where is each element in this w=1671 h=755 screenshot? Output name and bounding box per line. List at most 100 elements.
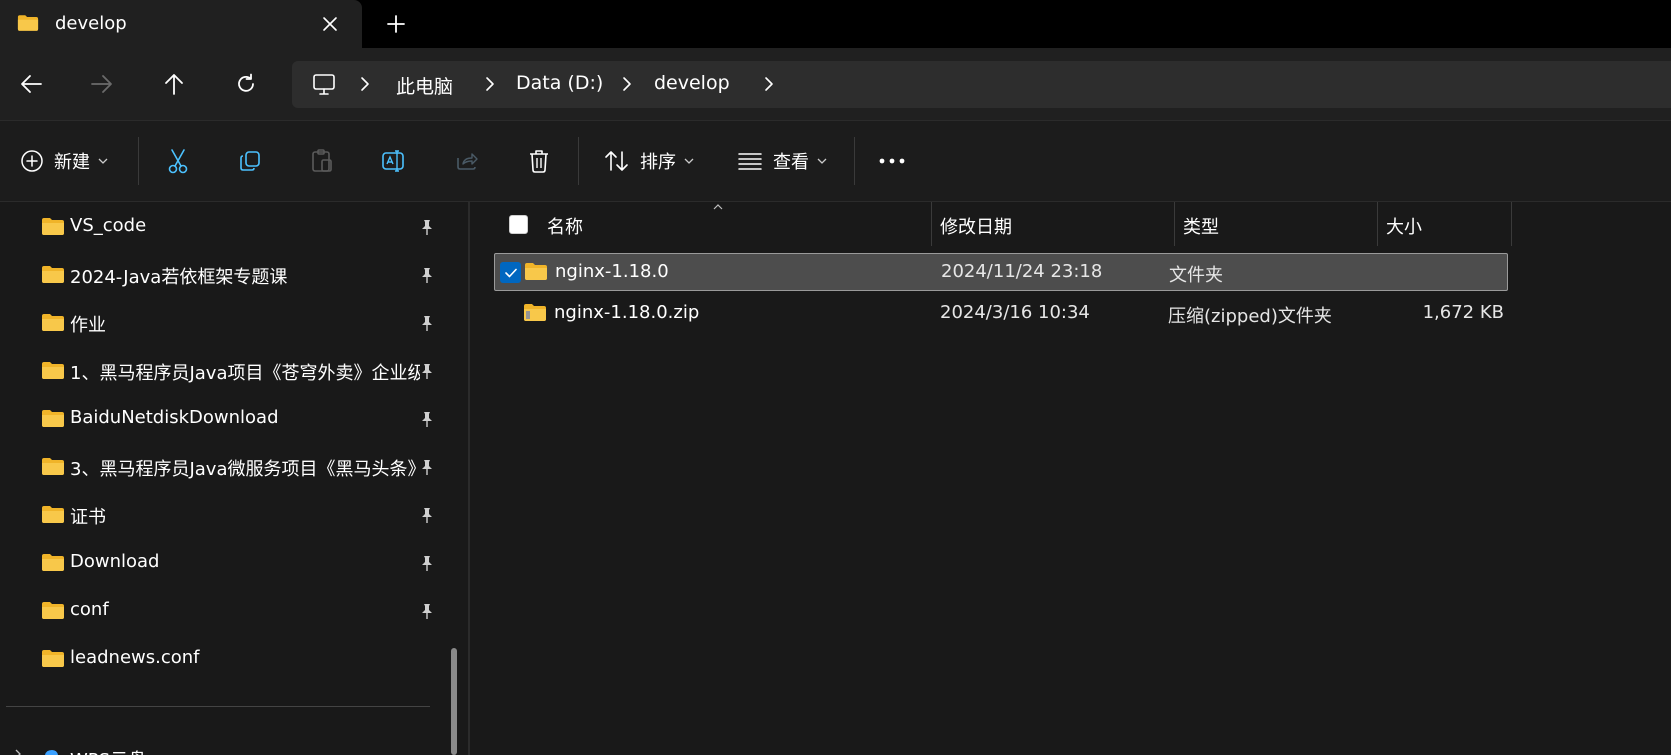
sidebar-item[interactable]: VS_code (0, 202, 440, 250)
plus-circle-icon (21, 150, 43, 172)
sidebar-item[interactable]: 3、黑马程序员Java微服务项目《黑马头条》 (0, 442, 440, 490)
file-size: 1,672 KB (1422, 302, 1504, 323)
sidebar-item-label: 3、黑马程序员Java微服务项目《黑马头条》 (70, 459, 420, 480)
pin-icon[interactable] (418, 458, 436, 476)
column-separator[interactable] (931, 202, 932, 246)
checkmark-icon (504, 268, 517, 277)
toolbar-separator (854, 137, 855, 185)
share-button[interactable] (455, 141, 479, 181)
pin-icon[interactable] (418, 602, 436, 620)
sidebar-item[interactable]: leadnews.conf (0, 634, 440, 682)
new-tab-button[interactable] (382, 10, 410, 38)
plus-icon (387, 15, 405, 33)
address-bar[interactable]: 此电脑 Data (D:) develop (292, 61, 1671, 108)
folder-icon (17, 15, 39, 31)
sidebar-item-label: BaiduNetdiskDownload (70, 407, 279, 428)
command-bar: 新建 排序 查看 (0, 120, 1671, 202)
folder-icon (42, 650, 64, 667)
tab-close-button[interactable] (316, 10, 344, 38)
cloud-icon (45, 750, 58, 755)
breadcrumb-this-pc[interactable]: 此电脑 (396, 72, 453, 99)
sidebar-divider (6, 706, 430, 707)
column-header: 名称 修改日期 类型 大小 (470, 202, 1671, 246)
file-explorer-window: develop 此电脑 Data (D:) develop 新建 排序 查看 V… (0, 0, 1671, 755)
folder-icon (42, 602, 64, 619)
up-button[interactable] (156, 66, 192, 102)
column-name[interactable]: 名称 (547, 213, 583, 239)
column-separator[interactable] (1377, 202, 1378, 246)
chevron-right-icon (361, 77, 369, 91)
tab-develop[interactable]: develop (0, 0, 362, 48)
sidebar-item[interactable]: Download (0, 538, 440, 586)
arrow-up-icon (165, 74, 183, 95)
folder-icon (42, 362, 64, 379)
toolbar-separator (578, 137, 579, 185)
row-checkbox[interactable] (500, 262, 521, 283)
computer-icon (313, 74, 335, 95)
zip-folder-icon (524, 304, 546, 321)
folder-icon (42, 266, 64, 283)
file-row[interactable]: nginx-1.18.0.zip 2024/3/16 10:34 压缩(zipp… (494, 295, 1508, 333)
forward-button[interactable] (84, 66, 120, 102)
chevron-right-icon[interactable] (762, 76, 776, 92)
sidebar-item-label: 证书 (70, 507, 106, 528)
sidebar-item-label: leadnews.conf (70, 647, 200, 668)
close-icon (323, 17, 337, 31)
sidebar-item[interactable]: 1、黑马程序员Java项目《苍穹外卖》企业级 (0, 346, 440, 394)
sidebar-item-label: Download (70, 551, 160, 572)
more-options-button[interactable] (878, 141, 906, 181)
sidebar-item[interactable]: 作业 (0, 298, 440, 346)
sidebar-item[interactable]: 证书 (0, 490, 440, 538)
sidebar-item[interactable]: conf (0, 586, 440, 634)
back-button[interactable] (13, 66, 49, 102)
column-size[interactable]: 大小 (1386, 213, 1422, 239)
new-button-label: 新建 (54, 152, 90, 173)
chevron-right-icon[interactable] (620, 76, 634, 92)
sidebar-item[interactable]: BaiduNetdiskDownload (0, 394, 440, 442)
pin-icon[interactable] (418, 506, 436, 524)
sidebar-scrollbar[interactable] (451, 648, 457, 755)
pin-icon[interactable] (418, 554, 436, 572)
rename-button[interactable] (381, 141, 407, 181)
pin-icon[interactable] (418, 218, 436, 236)
pin-icon[interactable] (418, 410, 436, 428)
column-date[interactable]: 修改日期 (940, 213, 1012, 239)
chevron-down-icon (817, 158, 827, 164)
delete-button[interactable] (527, 141, 551, 181)
breadcrumb-develop[interactable]: develop (654, 72, 730, 94)
new-button[interactable]: 新建 (20, 141, 108, 181)
sidebar-item[interactable]: 2024-Java若依框架专题课 (0, 250, 440, 298)
breadcrumb-data-drive[interactable]: Data (D:) (516, 72, 603, 94)
cut-button[interactable] (166, 141, 190, 181)
folder-icon (42, 410, 64, 427)
column-type[interactable]: 类型 (1183, 213, 1219, 239)
folder-icon (525, 263, 547, 280)
scissors-icon (168, 149, 188, 174)
folder-icon (42, 314, 64, 331)
sidebar-item-label: VS_code (70, 215, 147, 236)
sidebar-item-wps-cloud[interactable]: WPS云盘 (0, 738, 440, 755)
more-horizontal-icon (879, 158, 905, 164)
refresh-button[interactable] (228, 66, 264, 102)
tab-title: develop (55, 13, 127, 34)
chevron-right-icon[interactable] (483, 76, 497, 92)
copy-button[interactable] (238, 141, 262, 181)
chevron-right-icon[interactable] (12, 748, 24, 755)
arrow-left-icon (21, 75, 42, 93)
file-row[interactable]: nginx-1.18.0 2024/11/24 23:18 文件夹 (494, 253, 1508, 291)
select-all-checkbox[interactable] (509, 215, 528, 234)
pin-icon[interactable] (418, 266, 436, 284)
file-type: 压缩(zipped)文件夹 (1168, 306, 1332, 327)
paste-button[interactable] (310, 141, 334, 181)
column-separator[interactable] (1511, 202, 1512, 246)
sidebar-item-label: conf (70, 599, 109, 620)
pin-icon[interactable] (418, 314, 436, 332)
folder-icon (42, 458, 64, 475)
pin-icon[interactable] (418, 362, 436, 380)
rename-icon (382, 150, 404, 172)
file-name: nginx-1.18.0 (555, 261, 669, 282)
view-button[interactable]: 查看 (737, 141, 827, 181)
sort-button[interactable]: 排序 (604, 141, 694, 181)
clipboard-icon (312, 149, 332, 172)
column-separator[interactable] (1174, 202, 1175, 246)
